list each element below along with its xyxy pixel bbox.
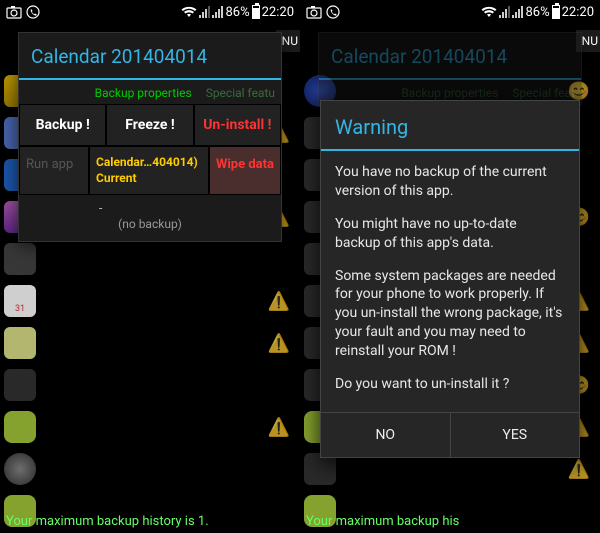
signal-icon-1 xyxy=(499,6,510,18)
app-dialog: Calendar 201404014 Backup properties Spe… xyxy=(18,32,282,242)
camera-icon xyxy=(6,5,22,19)
screen-right: 😊 😊 ⚠️ ⚠️ 😊 ⚠️ ⚠️ 86% 22:20 NU Calendar … xyxy=(300,0,600,533)
status-message: Your maximum backup history is 1. xyxy=(6,514,209,529)
warning-dialog: Warning You have no backup of the curren… xyxy=(320,100,580,458)
status-bar: 86% 22:20 xyxy=(300,0,600,24)
run-app-button: Run app xyxy=(19,146,89,195)
wipe-data-button[interactable]: Wipe data xyxy=(209,146,281,195)
battery-percent: 86% xyxy=(525,5,549,20)
no-backup-label: - (no backup) xyxy=(19,195,281,241)
yes-button[interactable]: YES xyxy=(451,413,580,457)
battery-icon xyxy=(552,5,560,19)
phone-icon xyxy=(26,5,40,19)
warning-title: Warning xyxy=(321,101,579,151)
tab-special-features[interactable]: Special featu xyxy=(206,86,275,100)
tab-special-features: Special feat xyxy=(512,86,575,100)
signal-icon-2 xyxy=(512,6,523,18)
status-bar: 86% 22:20 xyxy=(0,0,300,24)
tab-backup-properties: Backup properties xyxy=(401,86,498,100)
action-button-row: Backup ! Freeze ! Un-install ! xyxy=(19,104,281,146)
uninstall-button[interactable]: Un-install ! xyxy=(194,104,281,146)
warning-body: You have no backup of the current versio… xyxy=(321,151,579,412)
status-message: Your maximum backup his xyxy=(306,514,459,529)
phone-icon xyxy=(326,5,340,19)
signal-icon-1 xyxy=(199,6,210,18)
freeze-button[interactable]: Freeze ! xyxy=(106,104,193,146)
secondary-row: Run app Calendar…404014) Current Wipe da… xyxy=(19,146,281,195)
screen-left: ⚠️ ⚠️ 31⚠️ ⚠️ ⚠️ 86% 22:20 NU Calendar 2… xyxy=(0,0,300,533)
warning-buttons: NO YES xyxy=(321,412,579,457)
dialog-title: Calendar 201404014 xyxy=(319,33,581,80)
backup-button[interactable]: Backup ! xyxy=(19,104,106,146)
current-version-label: Calendar…404014) Current xyxy=(89,146,209,195)
no-button[interactable]: NO xyxy=(321,413,451,457)
app-dialog-background: Calendar 201404014 Backup properties Spe… xyxy=(318,32,582,105)
wifi-icon xyxy=(481,6,497,18)
dialog-title: Calendar 201404014 xyxy=(19,33,281,80)
clock: 22:20 xyxy=(562,5,594,20)
dialog-tabs: Backup properties Special featu xyxy=(19,80,281,104)
warning-text-1: You have no backup of the current versio… xyxy=(335,163,565,201)
warning-text-4: Do you want to un-install it ? xyxy=(335,375,565,394)
camera-icon xyxy=(306,5,322,19)
signal-icon-2 xyxy=(212,6,223,18)
battery-icon xyxy=(252,5,260,19)
tab-backup-properties[interactable]: Backup properties xyxy=(95,86,192,100)
warning-text-2: You might have no up-to-date backup of t… xyxy=(335,215,565,253)
battery-percent: 86% xyxy=(225,5,249,20)
clock: 22:20 xyxy=(262,5,294,20)
warning-text-3: Some system packages are needed for your… xyxy=(335,267,565,361)
wifi-icon xyxy=(181,6,197,18)
